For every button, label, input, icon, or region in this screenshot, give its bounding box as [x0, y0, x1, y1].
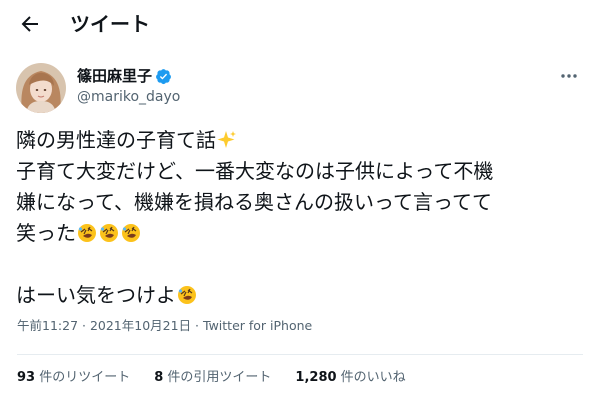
user-name-row[interactable]: 篠田麻里子 — [77, 65, 172, 87]
rolling-laughing-icon — [100, 224, 118, 242]
tweet-source-app[interactable]: Twitter for iPhone — [203, 318, 312, 333]
likes-count: 1,280 — [295, 370, 337, 385]
tweet-line: はーい気をつけよ — [16, 283, 176, 307]
display-name: 篠田麻里子 — [77, 67, 153, 85]
tweet-line: 隣の男性達の子育て話 — [16, 128, 216, 152]
back-arrow-icon — [21, 16, 38, 32]
divider — [17, 354, 583, 355]
sparkles-icon — [217, 131, 236, 148]
tweet-line: 笑った — [16, 221, 76, 245]
retweets-count: 93 — [17, 370, 36, 385]
quotes-stat[interactable]: 8 件の引用ツイート — [154, 369, 271, 387]
meta-separator: · — [78, 318, 90, 333]
verified-badge-icon — [156, 68, 171, 84]
quotes-label: 件の引用ツイート — [163, 370, 272, 385]
tweet-text: 隣の男性達の子育て話 子育て大変だけど、一番大変なのは子供によって不機 嫌になっ… — [16, 125, 586, 311]
more-dots-icon — [561, 74, 577, 78]
rolling-laughing-icon — [122, 224, 140, 242]
retweets-label: 件のリツイート — [35, 370, 131, 385]
rolling-laughing-icon — [178, 286, 196, 304]
back-button[interactable] — [18, 12, 42, 36]
page-title: ツイート — [70, 12, 150, 36]
tweet-page: ツイート 篠田麻里子 @mariko_dayo 隣の男性達の子育て話 子育て大変… — [0, 0, 595, 401]
tweet-date[interactable]: 2021年10月21日 — [90, 318, 191, 333]
tweet-line: 嫌になって、機嫌を損ねる奥さんの扱いって言ってて — [16, 190, 492, 214]
likes-stat[interactable]: 1,280 件のいいね — [295, 369, 405, 387]
more-options-button[interactable] — [557, 66, 581, 86]
avatar[interactable] — [16, 63, 66, 113]
retweets-stat[interactable]: 93 件のリツイート — [17, 369, 130, 387]
tweet-meta: 午前11:27 · 2021年10月21日 · Twitter for iPho… — [17, 317, 312, 334]
tweet-time[interactable]: 午前11:27 — [17, 318, 78, 333]
tweet-line: 子育て大変だけど、一番大変なのは子供によって不機 — [16, 159, 494, 183]
avatar-image — [16, 63, 66, 113]
rolling-laughing-icon — [78, 224, 96, 242]
user-handle[interactable]: @mariko_dayo — [77, 88, 180, 106]
meta-separator: · — [191, 318, 203, 333]
quotes-count: 8 — [154, 370, 164, 385]
likes-label: 件のいいね — [336, 370, 406, 385]
header: ツイート — [0, 0, 595, 50]
tweet-stats: 93 件のリツイート 8 件の引用ツイート 1,280 件のいいね — [17, 369, 430, 387]
